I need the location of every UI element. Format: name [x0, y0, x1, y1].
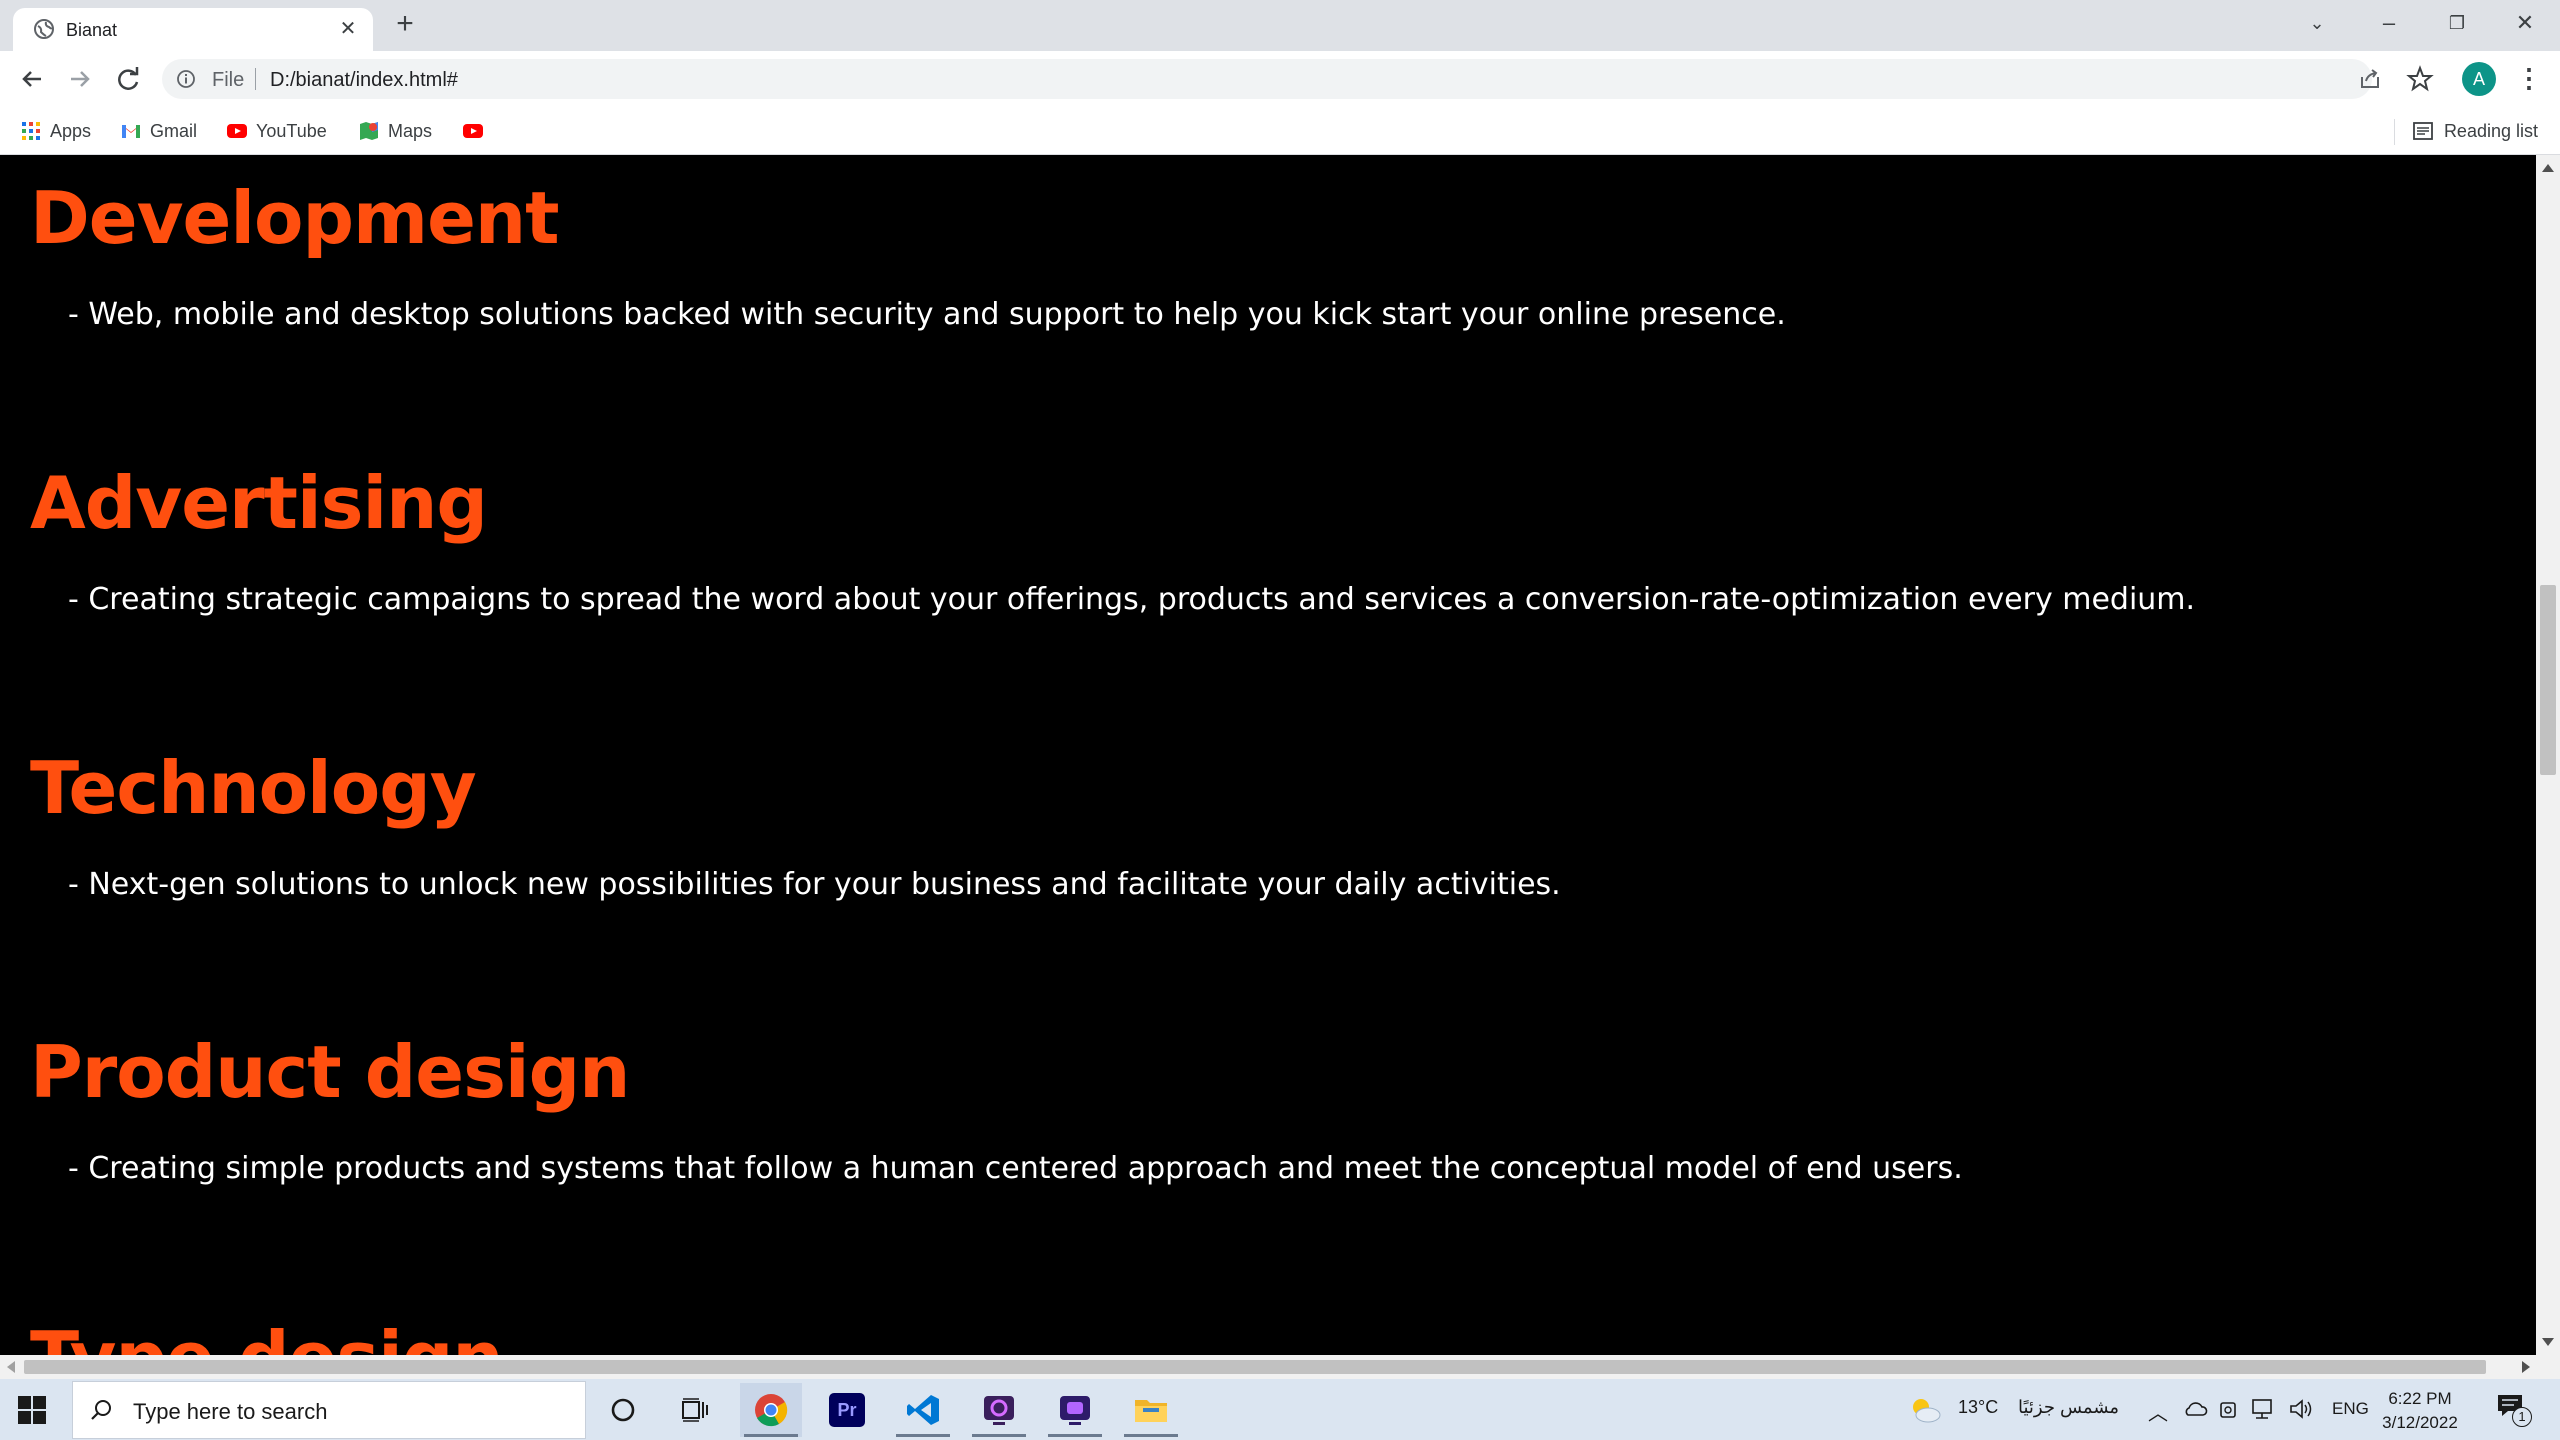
weather-condition[interactable]: مشمس جزئيًا [2018, 1397, 2119, 1418]
bookmark-label: Maps [388, 120, 433, 141]
bookmark-label: Gmail [150, 120, 198, 141]
tab-bianat[interactable]: Bianat ✕ [13, 8, 373, 51]
vertical-scroll-thumb[interactable] [2540, 585, 2556, 775]
file-explorer-icon[interactable] [1120, 1383, 1182, 1437]
windows-start-icon[interactable] [18, 1396, 46, 1424]
tab-strip: Bianat ✕ + ⌄ – ❐ ✕ [0, 0, 2560, 51]
reading-list-icon [2413, 122, 2433, 140]
service-section-development: Development - Web, mobile and desktop so… [30, 175, 1786, 335]
service-section-technology: Technology - Next-gen solutions to unloc… [30, 745, 1561, 905]
scroll-left-arrow-icon[interactable] [7, 1361, 15, 1373]
onedrive-cloud-icon[interactable] [2182, 1399, 2208, 1419]
bookmarks-bar: Apps Gmail YouTube Maps Reading list [0, 107, 2560, 155]
close-window-button[interactable]: ✕ [2510, 8, 2540, 38]
premiere-pro-icon[interactable]: Pr [816, 1383, 878, 1437]
search-placeholder: Type here to search [133, 1399, 328, 1424]
reading-list-button[interactable]: Reading list [2412, 115, 2538, 147]
weather-partly-sunny-icon[interactable] [1908, 1395, 1942, 1425]
new-tab-button[interactable]: + [390, 9, 420, 40]
service-section-type-design: Type design [30, 1315, 504, 1355]
tab-search-chevron-icon[interactable]: ⌄ [2302, 8, 2332, 38]
input-language[interactable]: ENG [2332, 1399, 2369, 1419]
section-description: - Next-gen solutions to unlock new possi… [68, 867, 1561, 902]
omnibox-divider [255, 68, 256, 90]
minimize-button[interactable]: – [2374, 8, 2404, 38]
reload-icon[interactable] [112, 63, 144, 95]
scroll-up-arrow-icon[interactable] [2542, 164, 2554, 172]
bookmark-gmail[interactable]: Gmail [120, 115, 197, 147]
kebab-menu-icon[interactable]: ⋮ [2516, 63, 2542, 93]
close-tab-icon[interactable]: ✕ [337, 18, 359, 40]
notification-center-button[interactable]: 1 [2496, 1393, 2532, 1427]
url-scheme-label: File [212, 69, 245, 91]
share-icon[interactable] [2356, 65, 2384, 93]
browser-toolbar: File D:/bianat/index.html# A ⋮ [0, 51, 2560, 107]
vertical-scrollbar[interactable] [2536, 155, 2560, 1355]
cortana-icon[interactable] [592, 1383, 654, 1437]
horizontal-scroll-thumb[interactable] [24, 1360, 2486, 1374]
forward-arrow-icon[interactable] [64, 63, 96, 95]
bookmark-youtube-2[interactable] [462, 115, 484, 147]
section-description: - Creating strategic campaigns to spread… [68, 582, 2196, 617]
system-clock[interactable]: 6:22 PM 3/12/2022 [2372, 1387, 2468, 1435]
bookmarks-divider [2394, 119, 2395, 145]
back-arrow-icon[interactable] [16, 63, 48, 95]
section-heading: Product design [30, 1030, 630, 1114]
task-view-icon[interactable] [664, 1383, 726, 1437]
address-bar[interactable]: File D:/bianat/index.html# [162, 59, 2372, 99]
section-heading: Type design [30, 1315, 504, 1355]
youtube-icon [463, 124, 483, 138]
clock-date: 3/12/2022 [2382, 1413, 2458, 1432]
service-section-product-design: Product design - Creating simple product… [30, 1029, 1963, 1189]
bookmark-youtube[interactable]: YouTube [226, 115, 327, 147]
apps-grid-icon [22, 122, 40, 140]
globe-icon [34, 19, 54, 39]
url-text[interactable]: D:/bianat/index.html# [270, 69, 458, 92]
chrome-taskbar-icon[interactable] [740, 1383, 802, 1437]
maps-icon [360, 122, 378, 140]
service-section-advertising: Advertising - Creating strategic campaig… [30, 460, 2195, 620]
scroll-right-arrow-icon[interactable] [2522, 1361, 2530, 1373]
bookmark-maps[interactable]: Maps [358, 115, 432, 147]
bookmark-label: Apps [50, 120, 92, 141]
volume-icon[interactable] [2288, 1397, 2314, 1421]
app-purple-2-icon[interactable] [1044, 1383, 1106, 1437]
network-icon[interactable] [2250, 1397, 2278, 1421]
gmail-icon [122, 125, 140, 138]
bookmark-label: YouTube [256, 120, 327, 141]
tab-title: Bianat [66, 20, 118, 40]
profile-avatar[interactable]: A [2462, 62, 2496, 96]
info-icon[interactable] [176, 69, 196, 89]
notification-count-badge: 1 [2512, 1407, 2532, 1427]
app-purple-icon[interactable] [968, 1383, 1030, 1437]
taskbar-search-box[interactable]: Type here to search [72, 1381, 586, 1439]
tray-overflow-chevron-icon[interactable]: ︿ [2148, 1397, 2168, 1426]
horizontal-scrollbar[interactable] [0, 1355, 2560, 1379]
meet-now-icon[interactable] [2218, 1397, 2238, 1421]
section-description: - Creating simple products and systems t… [68, 1151, 1963, 1186]
page-viewport: Development - Web, mobile and desktop so… [0, 155, 2536, 1355]
bookmark-apps[interactable]: Apps [20, 115, 91, 147]
section-heading: Technology [30, 746, 477, 830]
clock-time: 6:22 PM [2388, 1389, 2452, 1408]
youtube-icon [227, 124, 247, 138]
weather-temperature[interactable]: 13°C [1958, 1397, 1998, 1418]
section-heading: Advertising [30, 461, 488, 545]
section-description: - Web, mobile and desktop solutions back… [68, 297, 1786, 332]
vscode-icon[interactable] [892, 1383, 954, 1437]
restore-button[interactable]: ❐ [2442, 8, 2472, 38]
scroll-down-arrow-icon[interactable] [2542, 1338, 2554, 1346]
section-heading: Development [30, 176, 560, 260]
search-icon [91, 1400, 111, 1420]
bookmark-star-icon[interactable] [2406, 65, 2434, 93]
reading-list-label: Reading list [2443, 120, 2538, 141]
windows-taskbar: Type here to search Pr 13°C مشمس جزئيًا [0, 1379, 2560, 1440]
